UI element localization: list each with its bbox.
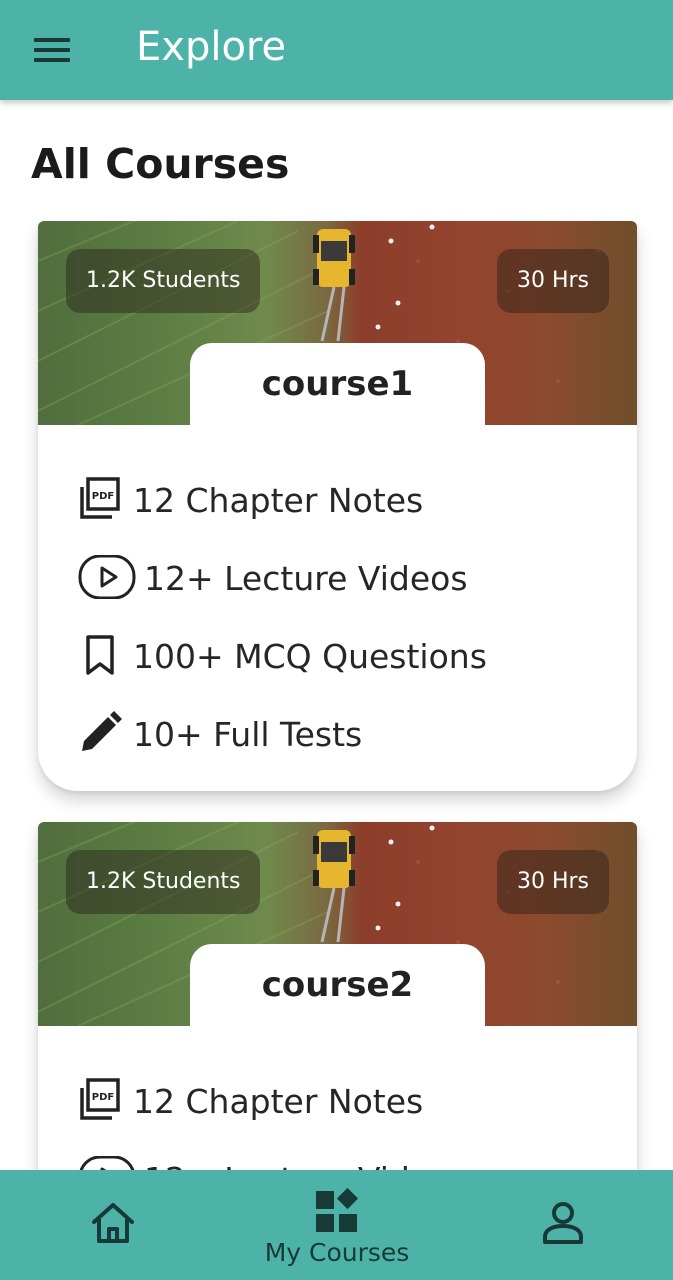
feature-label: 12+ Lecture Videos (144, 559, 468, 598)
my-courses-icon (316, 1188, 359, 1232)
course-features: PDF 12 Chapter Notes 12+ Lecture Videos … (38, 425, 637, 789)
course-thumbnail: 1.2K Students 30 Hrs course1 (38, 221, 637, 425)
svg-text:PDF: PDF (92, 1092, 114, 1103)
feature-lecture-videos: 12+ Lecture Videos (78, 555, 637, 633)
section-title: All Courses (31, 140, 290, 188)
pdf-notes-icon: PDF (80, 477, 120, 519)
feature-label: 12 Chapter Notes (133, 481, 424, 520)
course-hours-badge: 30 Hrs (496, 249, 609, 313)
course-card[interactable]: 1.2K Students 30 Hrs course1 PDF 12 Chap… (38, 221, 637, 791)
nav-label: My Courses (264, 1238, 410, 1267)
page-title: Explore (136, 24, 287, 70)
students-count-badge: 1.2K Students (66, 850, 261, 914)
nav-my-courses[interactable]: My Courses (262, 1188, 412, 1272)
pdf-notes-icon: PDF (80, 1078, 120, 1120)
students-count-badge: 1.2K Students (66, 249, 261, 313)
home-icon[interactable] (90, 1200, 136, 1246)
feature-mcq-questions: 100+ MCQ Questions (78, 633, 637, 711)
course-name: course1 (190, 343, 485, 425)
play-video-icon (78, 555, 136, 599)
course-name: course2 (190, 944, 485, 1026)
profile-icon[interactable] (540, 1200, 586, 1246)
feature-label: 12 Chapter Notes (133, 1082, 424, 1121)
bookmark-icon (86, 635, 114, 675)
course-hours-badge: 30 Hrs (496, 850, 609, 914)
feature-chapter-notes: PDF 12 Chapter Notes (78, 477, 637, 555)
menu-icon[interactable] (34, 36, 72, 64)
feature-full-tests: 10+ Full Tests (78, 711, 637, 789)
feature-chapter-notes: PDF 12 Chapter Notes (78, 1078, 637, 1156)
course-thumbnail: 1.2K Students 30 Hrs course2 (38, 822, 637, 1026)
bottom-navigation: My Courses (0, 1170, 673, 1280)
feature-label: 100+ MCQ Questions (133, 637, 487, 676)
svg-text:PDF: PDF (92, 491, 114, 502)
feature-label: 10+ Full Tests (133, 715, 363, 754)
app-bar: Explore (0, 0, 673, 100)
pencil-icon (82, 711, 122, 751)
